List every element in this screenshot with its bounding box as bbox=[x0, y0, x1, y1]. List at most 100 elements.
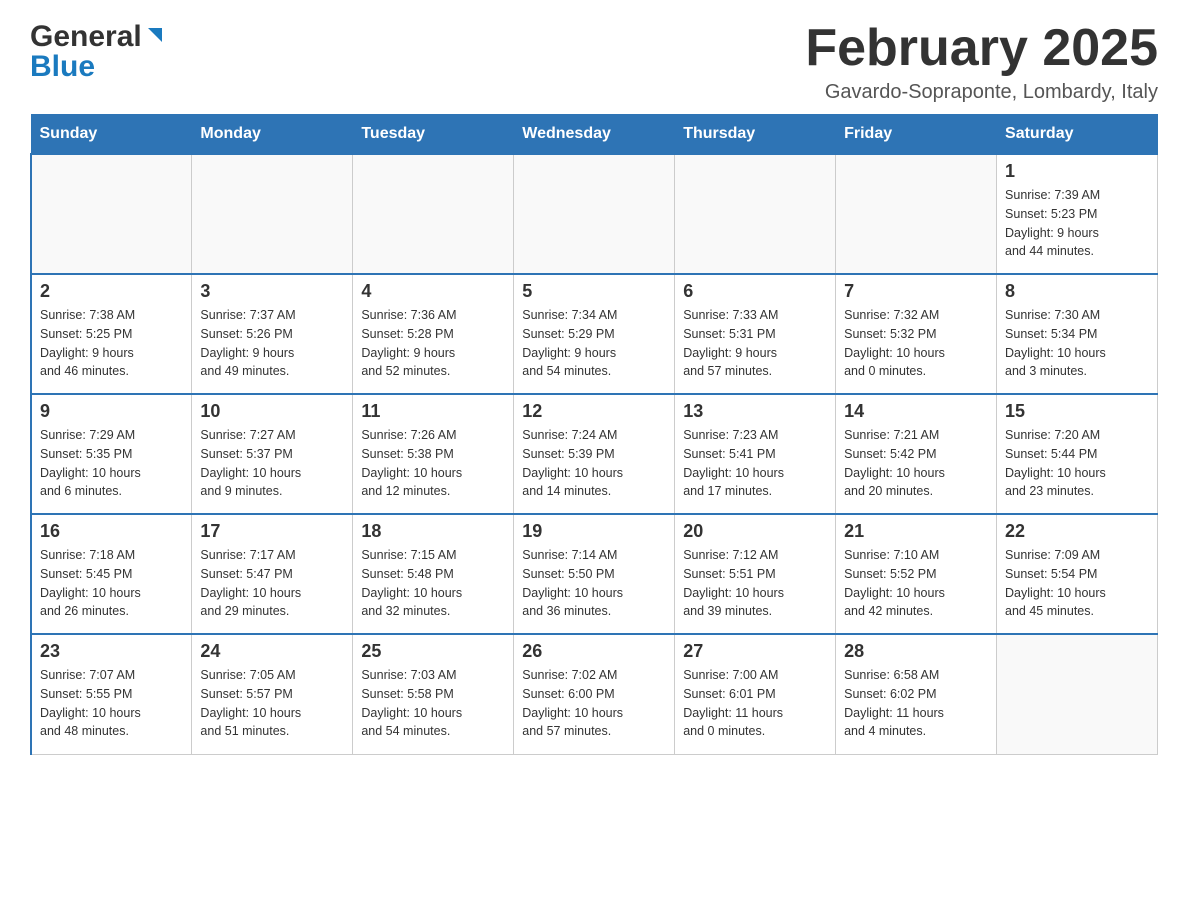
day-info: Sunrise: 7:05 AM Sunset: 5:57 PM Dayligh… bbox=[200, 666, 344, 741]
title-block: February 2025 Gavardo-Sopraponte, Lombar… bbox=[805, 20, 1158, 104]
day-info: Sunrise: 7:17 AM Sunset: 5:47 PM Dayligh… bbox=[200, 546, 344, 621]
day-info: Sunrise: 7:34 AM Sunset: 5:29 PM Dayligh… bbox=[522, 306, 666, 381]
day-number: 26 bbox=[522, 641, 666, 662]
weekday-header-tuesday: Tuesday bbox=[353, 115, 514, 155]
calendar-cell bbox=[353, 154, 514, 274]
day-info: Sunrise: 7:03 AM Sunset: 5:58 PM Dayligh… bbox=[361, 666, 505, 741]
logo: General Blue bbox=[30, 20, 166, 84]
calendar-cell: 13 Sunrise: 7:23 AM Sunset: 5:41 PM Dayli… bbox=[675, 394, 836, 514]
calendar-cell: 7Sunrise: 7:32 AM Sunset: 5:32 PM Daylig… bbox=[836, 274, 997, 394]
day-info: Sunrise: 7:10 AM Sunset: 5:52 PM Dayligh… bbox=[844, 546, 988, 621]
day-number: 25 bbox=[361, 641, 505, 662]
day-number: 10 bbox=[200, 401, 344, 422]
calendar-cell: 10 Sunrise: 7:27 AM Sunset: 5:37 PM Dayli… bbox=[192, 394, 353, 514]
calendar-subtitle: Gavardo-Sopraponte, Lombardy, Italy bbox=[805, 81, 1158, 104]
day-info: Sunrise: 7:37 AM Sunset: 5:26 PM Dayligh… bbox=[200, 306, 344, 381]
calendar-cell: 25 Sunrise: 7:03 AM Sunset: 5:58 PM Dayli… bbox=[353, 634, 514, 754]
logo-general-text: General bbox=[30, 20, 142, 54]
day-number: 14 bbox=[844, 401, 988, 422]
calendar-cell: 12Sunrise: 7:24 AM Sunset: 5:39 PM Dayli… bbox=[514, 394, 675, 514]
calendar-cell: 6 Sunrise: 7:33 AM Sunset: 5:31 PM Daylig… bbox=[675, 274, 836, 394]
calendar-cell: 16 Sunrise: 7:18 AM Sunset: 5:45 PM Dayli… bbox=[31, 514, 192, 634]
day-info: Sunrise: 7:27 AM Sunset: 5:37 PM Dayligh… bbox=[200, 426, 344, 501]
day-number: 28 bbox=[844, 641, 988, 662]
day-number: 20 bbox=[683, 521, 827, 542]
week-row-1: 1 Sunrise: 7:39 AM Sunset: 5:23 PM Daylig… bbox=[31, 154, 1158, 274]
day-number: 21 bbox=[844, 521, 988, 542]
calendar-cell bbox=[836, 154, 997, 274]
calendar-cell: 11Sunrise: 7:26 AM Sunset: 5:38 PM Dayli… bbox=[353, 394, 514, 514]
page-header: General Blue February 2025 Gavardo-Sopra… bbox=[30, 20, 1158, 104]
calendar-cell: 3 Sunrise: 7:37 AM Sunset: 5:26 PM Daylig… bbox=[192, 274, 353, 394]
day-info: Sunrise: 7:21 AM Sunset: 5:42 PM Dayligh… bbox=[844, 426, 988, 501]
day-number: 11 bbox=[361, 401, 505, 422]
calendar-cell bbox=[514, 154, 675, 274]
calendar-cell: 8Sunrise: 7:30 AM Sunset: 5:34 PM Daylig… bbox=[997, 274, 1158, 394]
day-number: 23 bbox=[40, 641, 183, 662]
day-info: Sunrise: 7:18 AM Sunset: 5:45 PM Dayligh… bbox=[40, 546, 183, 621]
weekday-header-monday: Monday bbox=[192, 115, 353, 155]
week-row-3: 9 Sunrise: 7:29 AM Sunset: 5:35 PM Daylig… bbox=[31, 394, 1158, 514]
logo-blue-text: Blue bbox=[30, 50, 95, 84]
calendar-cell: 17 Sunrise: 7:17 AM Sunset: 5:47 PM Dayli… bbox=[192, 514, 353, 634]
calendar-cell: 4 Sunrise: 7:36 AM Sunset: 5:28 PM Daylig… bbox=[353, 274, 514, 394]
calendar-cell: 5 Sunrise: 7:34 AM Sunset: 5:29 PM Daylig… bbox=[514, 274, 675, 394]
day-info: Sunrise: 7:38 AM Sunset: 5:25 PM Dayligh… bbox=[40, 306, 183, 381]
day-info: Sunrise: 7:23 AM Sunset: 5:41 PM Dayligh… bbox=[683, 426, 827, 501]
calendar-cell bbox=[675, 154, 836, 274]
day-info: Sunrise: 7:07 AM Sunset: 5:55 PM Dayligh… bbox=[40, 666, 183, 741]
weekday-header-thursday: Thursday bbox=[675, 115, 836, 155]
day-number: 5 bbox=[522, 281, 666, 302]
day-number: 19 bbox=[522, 521, 666, 542]
day-info: Sunrise: 7:29 AM Sunset: 5:35 PM Dayligh… bbox=[40, 426, 183, 501]
day-number: 16 bbox=[40, 521, 183, 542]
day-number: 1 bbox=[1005, 161, 1149, 182]
day-info: Sunrise: 7:14 AM Sunset: 5:50 PM Dayligh… bbox=[522, 546, 666, 621]
week-row-4: 16 Sunrise: 7:18 AM Sunset: 5:45 PM Dayli… bbox=[31, 514, 1158, 634]
calendar-cell: 20 Sunrise: 7:12 AM Sunset: 5:51 PM Dayli… bbox=[675, 514, 836, 634]
day-info: Sunrise: 7:09 AM Sunset: 5:54 PM Dayligh… bbox=[1005, 546, 1149, 621]
calendar-table: SundayMondayTuesdayWednesdayThursdayFrid… bbox=[30, 114, 1158, 755]
day-number: 22 bbox=[1005, 521, 1149, 542]
calendar-cell bbox=[192, 154, 353, 274]
weekday-header-saturday: Saturday bbox=[997, 115, 1158, 155]
day-number: 4 bbox=[361, 281, 505, 302]
logo-triangle-icon bbox=[144, 24, 166, 46]
week-row-2: 2Sunrise: 7:38 AM Sunset: 5:25 PM Daylig… bbox=[31, 274, 1158, 394]
day-number: 8 bbox=[1005, 281, 1149, 302]
calendar-cell: 18Sunrise: 7:15 AM Sunset: 5:48 PM Dayli… bbox=[353, 514, 514, 634]
calendar-cell: 15Sunrise: 7:20 AM Sunset: 5:44 PM Dayli… bbox=[997, 394, 1158, 514]
weekday-header-friday: Friday bbox=[836, 115, 997, 155]
calendar-cell: 14 Sunrise: 7:21 AM Sunset: 5:42 PM Dayli… bbox=[836, 394, 997, 514]
day-number: 15 bbox=[1005, 401, 1149, 422]
calendar-cell: 28 Sunrise: 6:58 AM Sunset: 6:02 PM Dayli… bbox=[836, 634, 997, 754]
day-number: 6 bbox=[683, 281, 827, 302]
calendar-cell: 26 Sunrise: 7:02 AM Sunset: 6:00 PM Dayli… bbox=[514, 634, 675, 754]
day-number: 13 bbox=[683, 401, 827, 422]
day-info: Sunrise: 7:33 AM Sunset: 5:31 PM Dayligh… bbox=[683, 306, 827, 381]
calendar-cell: 2Sunrise: 7:38 AM Sunset: 5:25 PM Daylig… bbox=[31, 274, 192, 394]
day-number: 3 bbox=[200, 281, 344, 302]
calendar-cell bbox=[31, 154, 192, 274]
day-number: 24 bbox=[200, 641, 344, 662]
weekday-header-sunday: Sunday bbox=[31, 115, 192, 155]
day-number: 17 bbox=[200, 521, 344, 542]
day-number: 27 bbox=[683, 641, 827, 662]
day-info: Sunrise: 7:39 AM Sunset: 5:23 PM Dayligh… bbox=[1005, 186, 1149, 261]
calendar-cell: 21 Sunrise: 7:10 AM Sunset: 5:52 PM Dayli… bbox=[836, 514, 997, 634]
weekday-header-row: SundayMondayTuesdayWednesdayThursdayFrid… bbox=[31, 115, 1158, 155]
day-info: Sunrise: 6:58 AM Sunset: 6:02 PM Dayligh… bbox=[844, 666, 988, 741]
day-number: 18 bbox=[361, 521, 505, 542]
day-info: Sunrise: 7:36 AM Sunset: 5:28 PM Dayligh… bbox=[361, 306, 505, 381]
day-info: Sunrise: 7:02 AM Sunset: 6:00 PM Dayligh… bbox=[522, 666, 666, 741]
calendar-cell: 27Sunrise: 7:00 AM Sunset: 6:01 PM Dayli… bbox=[675, 634, 836, 754]
weekday-header-wednesday: Wednesday bbox=[514, 115, 675, 155]
day-info: Sunrise: 7:12 AM Sunset: 5:51 PM Dayligh… bbox=[683, 546, 827, 621]
day-number: 7 bbox=[844, 281, 988, 302]
calendar-cell: 19 Sunrise: 7:14 AM Sunset: 5:50 PM Dayli… bbox=[514, 514, 675, 634]
week-row-5: 23 Sunrise: 7:07 AM Sunset: 5:55 PM Dayli… bbox=[31, 634, 1158, 754]
calendar-cell: 23 Sunrise: 7:07 AM Sunset: 5:55 PM Dayli… bbox=[31, 634, 192, 754]
day-number: 9 bbox=[40, 401, 183, 422]
calendar-cell bbox=[997, 634, 1158, 754]
calendar-title: February 2025 bbox=[805, 20, 1158, 77]
